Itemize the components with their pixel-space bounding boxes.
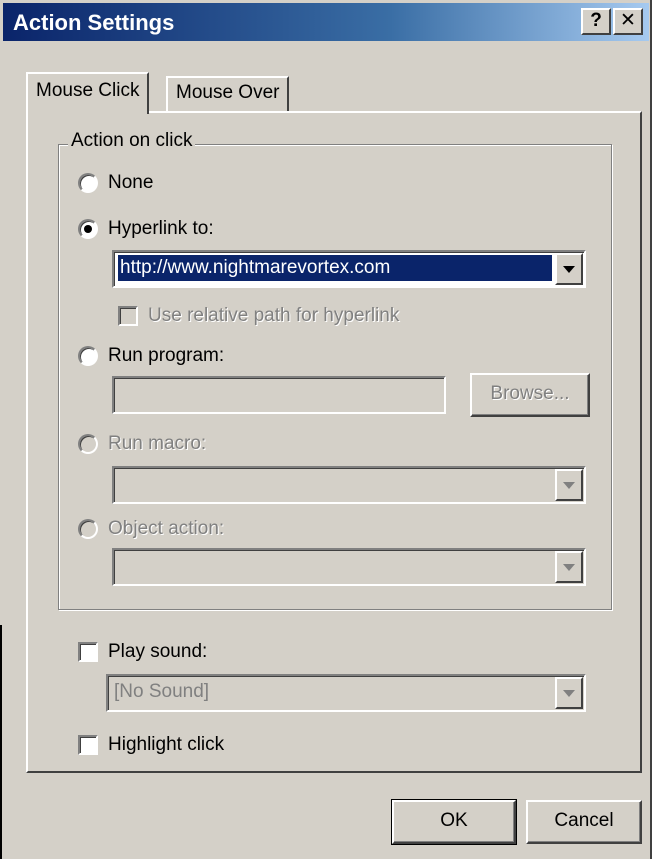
- sound-value: [No Sound]: [114, 681, 210, 702]
- radio-circle: [78, 519, 98, 539]
- sound-combo: [No Sound]: [106, 674, 586, 712]
- sound-dropdown-button: [555, 677, 583, 709]
- highlight-click-checkbox[interactable]: [78, 735, 98, 755]
- radio-hyperlink[interactable]: Hyperlink to:: [78, 218, 214, 240]
- radio-run-program[interactable]: Run program:: [78, 345, 224, 367]
- radio-dot-icon: [84, 225, 92, 233]
- hyperlink-dropdown-button[interactable]: [555, 253, 583, 285]
- browse-button: Browse...: [470, 373, 590, 417]
- radio-label: Run program:: [108, 345, 225, 366]
- radio-label: Hyperlink to:: [108, 218, 214, 239]
- close-button[interactable]: ✕: [613, 8, 643, 35]
- object-action-value: [118, 553, 552, 579]
- highlight-click-row[interactable]: Highlight click: [78, 734, 224, 756]
- tab-mouse-over[interactable]: Mouse Over: [166, 76, 290, 112]
- tab-label: Mouse Over: [176, 82, 280, 103]
- radio-circle[interactable]: [78, 173, 98, 193]
- radio-circle[interactable]: [78, 346, 98, 366]
- run-macro-dropdown-button: [555, 469, 583, 501]
- window-edge: [0, 625, 2, 859]
- play-sound-checkbox[interactable]: [78, 642, 98, 662]
- object-action-combo: [112, 548, 586, 586]
- run-program-input: [112, 376, 446, 414]
- group-legend: Action on click: [68, 130, 196, 152]
- chevron-down-icon: [563, 564, 575, 571]
- radio-circle[interactable]: [78, 219, 98, 239]
- close-icon: ✕: [620, 10, 636, 31]
- object-action-dropdown-button: [555, 551, 583, 583]
- tab-label: Mouse Click: [36, 80, 140, 101]
- tab-mouse-click[interactable]: Mouse Click: [26, 72, 150, 114]
- help-button[interactable]: ?: [581, 8, 611, 35]
- relative-path-label: Use relative path for hyperlink: [148, 305, 400, 326]
- run-macro-value: [118, 471, 552, 497]
- radio-none[interactable]: None: [78, 172, 153, 194]
- radio-circle: [78, 434, 98, 454]
- play-sound-row[interactable]: Play sound:: [78, 641, 207, 663]
- chevron-down-icon: [563, 266, 575, 273]
- chevron-down-icon: [563, 482, 575, 489]
- radio-object-action: Object action:: [78, 518, 224, 540]
- hyperlink-combo[interactable]: http://www.nightmarevortex.com: [112, 250, 586, 288]
- cancel-button[interactable]: Cancel: [526, 800, 642, 844]
- action-settings-dialog: Action Settings ? ✕ Mouse Click Mouse Ov…: [0, 0, 652, 859]
- radio-run-macro: Run macro:: [78, 433, 206, 455]
- relative-path-checkbox-row: Use relative path for hyperlink: [118, 305, 399, 327]
- title-bar[interactable]: Action Settings ? ✕: [3, 3, 649, 41]
- chevron-down-icon: [563, 690, 575, 697]
- hyperlink-value[interactable]: http://www.nightmarevortex.com: [118, 255, 552, 281]
- run-macro-combo: [112, 466, 586, 504]
- play-sound-label: Play sound:: [108, 641, 208, 662]
- radio-label: None: [108, 172, 154, 193]
- radio-label: Run macro:: [108, 433, 207, 454]
- relative-path-checkbox: [118, 306, 138, 326]
- ok-button[interactable]: OK: [391, 799, 517, 845]
- window-title: Action Settings: [13, 10, 175, 35]
- highlight-click-label: Highlight click: [108, 734, 225, 755]
- radio-label: Object action:: [108, 518, 225, 539]
